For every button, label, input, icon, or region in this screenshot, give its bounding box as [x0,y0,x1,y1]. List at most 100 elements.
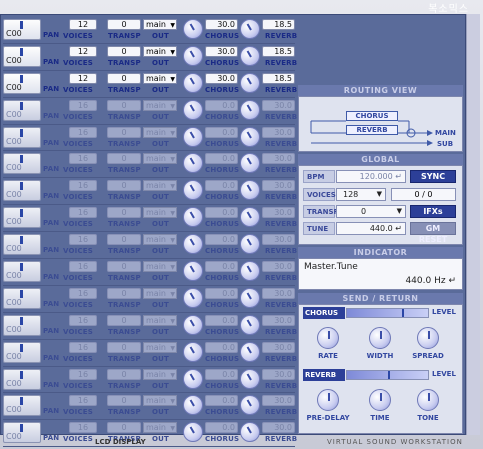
transp-value[interactable]: 0 [107,314,141,326]
chorus-level-marker[interactable] [402,309,404,317]
voices-value[interactable]: 16 [69,126,97,138]
chorus-knob[interactable] [183,153,203,174]
gm-reset-button[interactable]: GM RESET [410,222,456,244]
transp-select[interactable]: 0 ▼ [336,205,406,218]
pan-display[interactable]: C00 [3,99,41,121]
out-select[interactable]: main ▼ [143,261,177,273]
voices-control[interactable]: 16 VOICES [61,314,106,337]
chorus-knob[interactable] [183,180,203,201]
chorus-control[interactable]: 0.0 CHORUS [183,207,239,229]
out-select[interactable]: main ▼ [143,180,177,192]
routing-chorus-box[interactable]: CHORUS [346,111,398,121]
transp-control[interactable]: 0 TRANSP [105,287,145,310]
chorus-value[interactable]: 0.0 [205,287,238,299]
voices-control[interactable]: 16 VOICES [61,99,106,122]
transp-control[interactable]: 0 TRANSP [105,341,145,364]
out-select[interactable]: main ▼ [143,207,177,219]
chorus-knob[interactable] [183,287,203,308]
reverb-value[interactable]: 30.0 [262,180,295,192]
chorus-knob[interactable] [183,45,203,66]
chorus-value[interactable]: 0.0 [205,153,238,165]
voices-value[interactable]: 16 [69,368,97,380]
out-select[interactable]: main ▼ [143,126,177,138]
pan-display[interactable]: C00 [3,395,41,417]
reverb-control[interactable]: 30.0 REVERB [240,153,297,175]
voices-control[interactable]: 16 VOICES [61,395,106,417]
chorus-knob[interactable] [183,207,203,228]
chorus-control[interactable]: 0.0 CHORUS [183,261,239,283]
voices-control[interactable]: 16 VOICES [61,261,106,283]
reverb-value[interactable]: 18.5 [262,19,295,30]
out-select[interactable]: main ▼ [143,153,177,165]
chorus-control[interactable]: 0.0 CHORUS [183,287,239,310]
transp-value[interactable]: 0 [107,72,141,84]
reverb-control[interactable]: 30.0 REVERB [240,126,297,149]
voices-value[interactable]: 16 [69,422,97,434]
reverb-knob[interactable] [240,422,260,443]
pan-control[interactable]: C00 PAN [3,368,59,391]
voices-value[interactable]: 16 [69,180,97,192]
pan-display[interactable]: C00 [3,261,41,283]
reverb-value[interactable]: 30.0 [262,153,295,165]
transp-value[interactable]: 0 [107,395,141,407]
reverb-control[interactable]: 30.0 REVERB [240,422,297,444]
out-control[interactable]: main ▼ OUT [143,72,179,95]
reverb-value[interactable]: 30.0 [262,287,295,299]
reverb-knob[interactable] [240,368,260,389]
reverb-control[interactable]: 30.0 REVERB [240,395,297,417]
chorus-value[interactable]: 30.0 [205,45,238,57]
out-control[interactable]: main ▼ OUT [143,341,179,364]
chorus-knob[interactable] [183,395,203,416]
pan-control[interactable]: C00 PAN [3,126,59,149]
out-select[interactable]: main ▼ [143,341,177,353]
pan-control[interactable]: C00 PAN [3,422,59,444]
pan-display[interactable]: C00 [3,234,41,256]
chorus-control[interactable]: 0.0 CHORUS [183,368,239,391]
transp-control[interactable]: 0 TRANSP [105,207,145,229]
out-select[interactable]: main ▼ [143,45,177,57]
voices-value[interactable]: 12 [69,19,97,30]
out-control[interactable]: main ▼ OUT [143,287,179,310]
reverb-knob[interactable] [240,341,260,362]
chorus-value[interactable]: 0.0 [205,180,238,192]
voices-control[interactable]: 16 VOICES [61,126,106,149]
out-select[interactable]: main ▼ [143,395,177,407]
reverb-knob[interactable] [240,19,260,39]
voices-value[interactable]: 16 [69,341,97,353]
transp-control[interactable]: 0 TRANSP [105,314,145,337]
transp-value[interactable]: 0 [107,234,141,246]
chorus-knob[interactable] [183,234,203,255]
reverb-value[interactable]: 30.0 [262,422,295,434]
chorus-value[interactable]: 0.0 [205,368,238,380]
chorus-knob[interactable] [183,99,203,120]
chorus-control[interactable]: 0.0 CHORUS [183,422,239,444]
pan-control[interactable]: C00 PAN [3,207,59,229]
chorus-value[interactable]: 0.0 [205,422,238,434]
out-control[interactable]: main ▼ OUT [143,19,179,41]
chorus-value[interactable]: 0.0 [205,314,238,326]
pan-control[interactable]: C00 PAN [3,341,59,364]
out-select[interactable]: main ▼ [143,19,177,30]
voices-control[interactable]: 16 VOICES [61,368,106,391]
pan-control[interactable]: C00 PAN [3,234,59,256]
out-control[interactable]: main ▼ OUT [143,422,179,444]
reverb-value[interactable]: 30.0 [262,341,295,353]
rate-knob[interactable] [317,327,339,349]
out-control[interactable]: main ▼ OUT [143,99,179,122]
voices-control[interactable]: 16 VOICES [61,287,106,310]
reverb-control[interactable]: 30.0 REVERB [240,341,297,364]
pan-control[interactable]: C00 PAN [3,395,59,417]
reverb-control[interactable]: 18.5 REVERB [240,72,297,95]
reverb-control[interactable]: 30.0 REVERB [240,261,297,283]
transp-value[interactable]: 0 [107,341,141,353]
transp-control[interactable]: 0 TRANSP [105,180,145,202]
out-control[interactable]: main ▼ OUT [143,207,179,229]
voices-value[interactable]: 16 [69,234,97,246]
out-control[interactable]: main ▼ OUT [143,395,179,417]
reverb-control[interactable]: 30.0 REVERB [240,287,297,310]
reverb-control[interactable]: 18.5 REVERB [240,19,297,41]
transp-control[interactable]: 0 TRANSP [105,234,145,256]
ifxs-button[interactable]: IFXs [410,205,456,218]
voices-control[interactable]: 16 VOICES [61,207,106,229]
pan-display[interactable]: C00 [3,126,41,148]
